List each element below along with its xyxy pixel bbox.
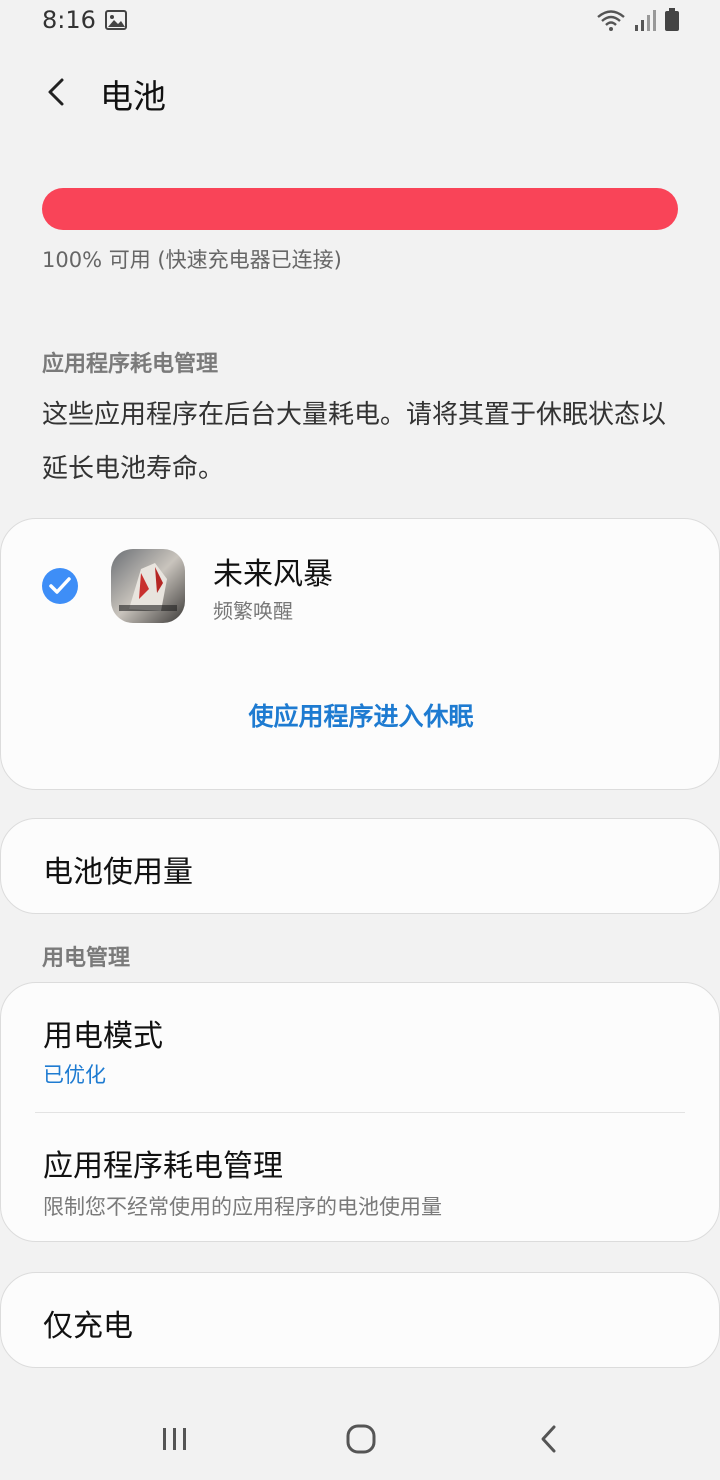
page-title: 电池 [100, 77, 166, 116]
charge-only-row[interactable]: 仅充电 [0, 1272, 720, 1368]
app-power-management-subtitle: 限制您不经常使用的应用程序的电池使用量 [43, 1195, 442, 1219]
power-mode-value: 已优化 [43, 1063, 106, 1087]
power-mode-row[interactable]: 用电模式 已优化 [1, 983, 719, 1113]
app-power-section-header: 应用程序耗电管理 [42, 352, 219, 377]
charge-only-label: 仅充电 [43, 1309, 133, 1344]
app-icon [111, 549, 185, 623]
back-arrow-icon[interactable] [38, 74, 74, 110]
recents-icon[interactable] [160, 1422, 190, 1456]
wifi-icon [597, 10, 625, 31]
app-power-management-row[interactable]: 应用程序耗电管理 限制您不经常使用的应用程序的电池使用量 [1, 1113, 719, 1243]
gallery-icon [105, 10, 127, 30]
app-power-description: 这些应用程序在后台大量耗电。请将其置于休眠状态以延长电池寿命。 [42, 400, 667, 484]
navigation-bar [0, 1400, 720, 1480]
checkbox-checked-icon[interactable] [41, 567, 79, 605]
status-time: 8:16 [42, 6, 96, 34]
put-app-to-sleep-button[interactable]: 使应用程序进入休眠 [1, 697, 720, 733]
app-name: 未来风暴 [213, 557, 333, 592]
sleeping-apps-card: 未来风暴 频繁唤醒 使应用程序进入休眠 [0, 518, 720, 790]
home-icon[interactable] [344, 1422, 378, 1456]
battery-icon [665, 8, 679, 31]
app-status: 频繁唤醒 [213, 599, 293, 623]
app-power-management-title: 应用程序耗电管理 [43, 1149, 283, 1184]
battery-status-text: 100% 可用 (快速充电器已连接) [42, 248, 342, 272]
battery-usage-row[interactable]: 电池使用量 [0, 818, 720, 914]
signal-icon [635, 10, 656, 31]
status-bar: 8:16 [0, 0, 720, 44]
back-icon[interactable] [536, 1422, 562, 1456]
app-bar: 电池 [0, 60, 720, 124]
battery-usage-label: 电池使用量 [43, 855, 193, 890]
battery-level-bar [42, 188, 678, 230]
power-mode-title: 用电模式 [43, 1019, 163, 1054]
power-management-header: 用电管理 [42, 946, 131, 971]
power-management-card: 用电模式 已优化 应用程序耗电管理 限制您不经常使用的应用程序的电池使用量 [0, 982, 720, 1242]
